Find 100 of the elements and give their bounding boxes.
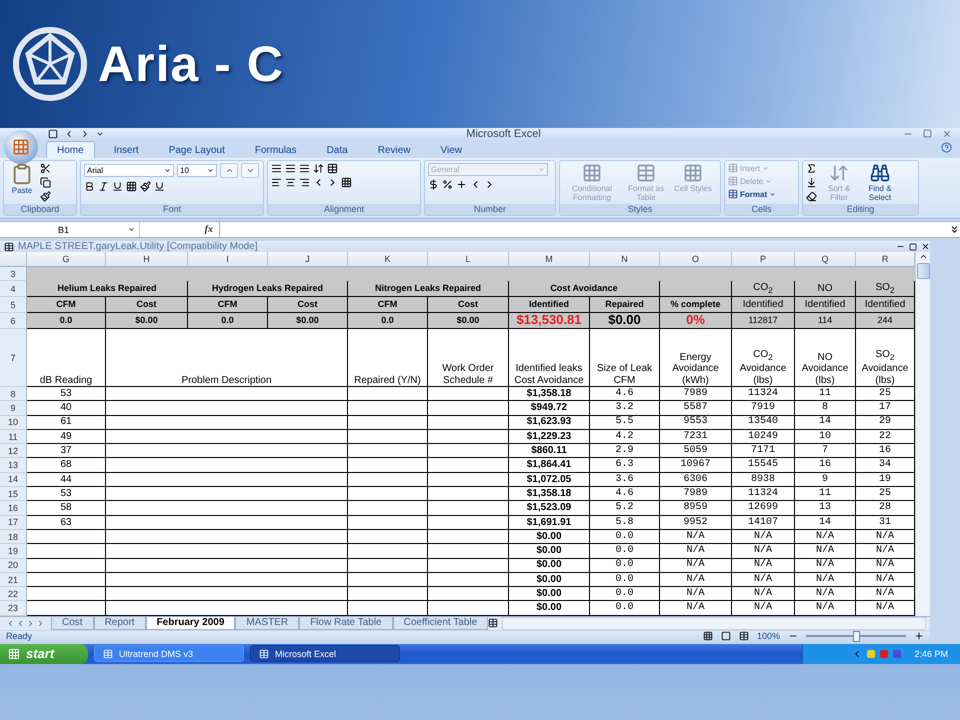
table-cell: 0.0 — [590, 558, 660, 573]
table-cell: Problem Description — [106, 329, 348, 387]
table-cell: 112817 — [732, 313, 795, 329]
table-cell: 5.8 — [590, 516, 660, 530]
row-number: 11 — [0, 430, 27, 444]
table-cell: Helium Leaks Repaired — [27, 281, 188, 297]
table-cell: 34 — [856, 458, 915, 473]
table-cell: CFM — [27, 297, 106, 313]
font-name-field[interactable]: Arial — [84, 164, 174, 177]
group-label: Clipboard — [4, 204, 76, 215]
table-cell: SO$_{2}$ Avoidance (lbs) — [856, 329, 915, 387]
table-cell: 9952 — [660, 516, 732, 530]
column-header[interactable]: J — [268, 252, 348, 267]
table-cell: 10967 — [660, 458, 732, 473]
column-header[interactable]: P — [732, 252, 795, 267]
paste-button[interactable]: Paste — [7, 163, 37, 195]
column-header[interactable]: K — [348, 252, 428, 267]
table-cell: 16 — [795, 458, 856, 473]
ribbon-tab[interactable]: Insert — [102, 141, 150, 158]
row-number: 23 — [0, 601, 27, 616]
table-cell: N/A — [856, 558, 915, 573]
table-cell: 6.3 — [590, 458, 660, 473]
table-cell: N/A — [660, 572, 732, 588]
table-cell: 0.0 — [188, 313, 268, 329]
table-cell: 7231 — [660, 430, 732, 444]
table-cell: 7989 — [660, 387, 732, 402]
group-label: Number — [425, 204, 555, 215]
row-number: 14 — [0, 472, 27, 488]
table-cell: N/A — [732, 587, 795, 602]
table-cell: Identified leaks Cost Avoidance — [509, 329, 590, 387]
table-cell: 244 — [856, 313, 915, 329]
table-cell: 58 — [27, 501, 106, 516]
column-header[interactable]: R — [856, 252, 915, 267]
table-cell: % complete — [660, 297, 732, 313]
table-cell: $949.72 — [509, 401, 590, 416]
taskbar-item[interactable]: Microsoft Excel — [250, 645, 400, 662]
table-cell: N/A — [795, 587, 856, 602]
table-cell: 3.6 — [590, 472, 660, 488]
sheet-tab[interactable]: Cost — [51, 616, 94, 630]
column-header[interactable]: N — [590, 252, 660, 267]
sheet-tab[interactable]: February 2009 — [146, 616, 236, 630]
font-size-field[interactable]: 10 — [177, 164, 217, 177]
row-number: 3 — [0, 267, 27, 281]
table-cell: N/A — [856, 544, 915, 559]
ribbon-tab[interactable]: View — [429, 141, 473, 158]
table-cell: $860.11 — [509, 444, 590, 458]
table-cell: 11324 — [732, 487, 795, 502]
table-cell: N/A — [732, 544, 795, 559]
column-header[interactable]: G — [27, 252, 106, 267]
table-cell: N/A — [856, 587, 915, 602]
ribbon-tab[interactable]: Review — [366, 141, 422, 158]
table-cell: 0.0 — [27, 313, 106, 329]
table-cell: Cost Avoidance — [509, 281, 660, 297]
cells-button[interactable]: Format — [728, 189, 776, 199]
name-box[interactable]: B1 — [0, 222, 140, 237]
table-cell: N/A — [795, 558, 856, 573]
column-header[interactable]: Q — [795, 252, 856, 267]
table-cell: N/A — [660, 601, 732, 616]
table-cell: $1,229.23 — [509, 430, 590, 444]
ribbon-tab[interactable]: Home — [46, 141, 95, 158]
taskbar-item[interactable]: Ultratrend DMS v3 — [94, 645, 244, 662]
table-cell: $0.00 — [509, 601, 590, 616]
table-cell: CFM — [188, 297, 268, 313]
sheet-tab[interactable]: Report — [94, 616, 146, 630]
sheet-tab[interactable]: MASTER — [235, 616, 300, 630]
group-label: Cells — [725, 204, 798, 215]
column-header[interactable]: H — [106, 252, 188, 267]
table-cell: 63 — [27, 516, 106, 530]
ribbon-tab[interactable]: Formulas — [244, 141, 308, 158]
row-number: 16 — [0, 501, 27, 516]
table-cell: $1,623.93 — [509, 416, 590, 430]
table-cell: 4.6 — [590, 387, 660, 402]
table-cell: 5.2 — [590, 501, 660, 516]
table-cell: 9 — [795, 472, 856, 488]
table-cell: N/A — [732, 558, 795, 573]
row-number: 8 — [0, 387, 27, 402]
table-cell: 11 — [795, 387, 856, 402]
sheet-tab[interactable]: Flow Rate Table — [299, 616, 393, 630]
column-header[interactable]: M — [509, 252, 590, 267]
column-header[interactable]: L — [428, 252, 509, 267]
ribbon-tab[interactable]: Data — [316, 141, 359, 158]
column-header[interactable]: O — [660, 252, 732, 267]
table-cell: 7989 — [660, 487, 732, 502]
row-number: 15 — [0, 487, 27, 502]
row-number: 19 — [0, 544, 27, 559]
table-cell: $0.00 — [509, 587, 590, 602]
ribbon-tab[interactable]: Page Layout — [158, 141, 236, 158]
table-cell: 19 — [856, 472, 915, 488]
table-cell: 9553 — [660, 416, 732, 430]
table-cell: N/A — [856, 530, 915, 544]
function-label[interactable]: fx — [204, 224, 213, 235]
table-cell: 0% — [660, 313, 732, 329]
sheet-tab[interactable]: Coefficient Table — [392, 616, 488, 630]
table-cell: $13,530.81 — [509, 313, 590, 329]
table-cell: 4.2 — [590, 430, 660, 444]
editing-button[interactable]: Find & Select — [861, 163, 899, 202]
column-header[interactable]: I — [188, 252, 268, 267]
table-cell: N/A — [795, 601, 856, 616]
table-cell: 28 — [856, 501, 915, 516]
table-cell: Identified — [856, 297, 915, 313]
